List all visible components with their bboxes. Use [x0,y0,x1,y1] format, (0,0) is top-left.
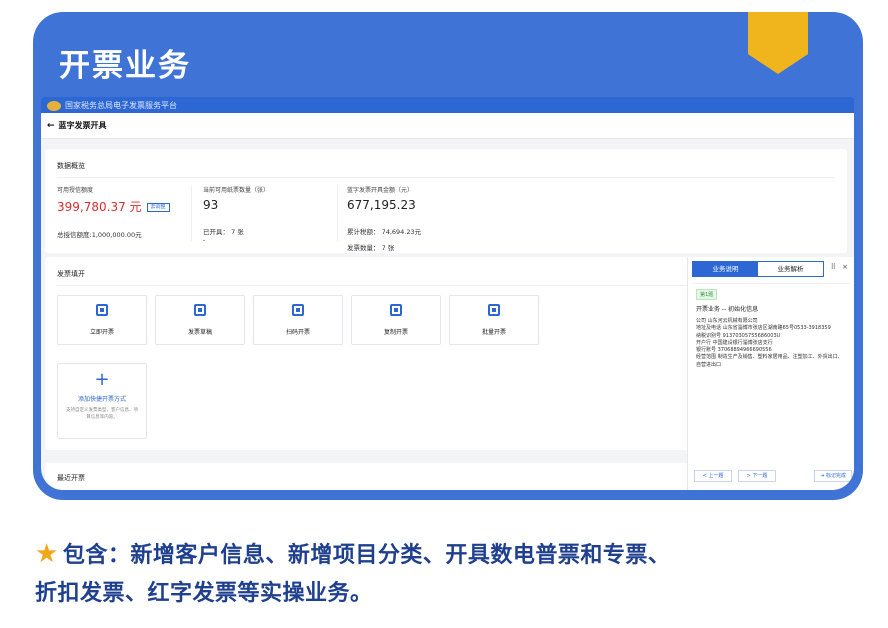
tab-business-analysis[interactable]: 业务解析 [758,262,823,276]
credit-value: 399,780.37 元去调整 [57,198,170,215]
tile-label: 扫码开票 [285,329,310,336]
recent-title: 最近开票 [57,474,85,482]
quantity-dash: - [203,236,206,244]
star-icon: ★ [35,539,59,569]
caption-line-1: 包含：新增客户信息、新增项目分类、开具数电普票和专票、 [62,543,671,568]
info-line: 纳税识别号 91370305755686003U [696,332,781,339]
credit-label: 可用授信额度 [57,187,94,194]
invoice-fill-title: 发票填开 [57,270,85,278]
company-info: 公司 山东河云机械有限公司 地址及电话 山东省淄博市张店区湖南路65号0533-… [696,318,851,369]
divider [57,285,719,286]
prev-question-button[interactable]: < 上一题 [694,470,732,482]
tab-business-description[interactable]: 业务说明 [693,262,758,276]
amount-value: 677,195.23 [347,198,416,212]
tile-label: 发票草稿 [187,329,212,336]
next-question-button[interactable]: > 下一题 [738,470,776,482]
bookmark-ribbon [748,12,808,74]
system-name: 国家税务总局电子发票服务平台 [65,101,177,110]
back-arrow-icon[interactable]: ← [47,121,55,131]
divider [692,283,850,284]
tile-scan[interactable]: 扫码开票 [253,295,343,345]
promo-frame: 开票业务 国家税务总局电子发票服务平台 ← 蓝字发票开具 数据概览 可用授信额度… [33,12,863,500]
quantity-issued: 已开具： 7 张 [203,228,244,236]
invoice-fill-card: 发票填开 立即开票 发票草稿 扫码开票 复制开票 批量开票 + 添加快捷开票方式… [45,257,725,450]
panel-subtitle: 开票业务 -- 初始化信息 [696,306,759,313]
amount-column: 蓝字发票开具金额（元） 677,195.23 累计税额： 74,694.23元 … [347,185,421,252]
page-navbar: ← 蓝字发票开具 [41,113,854,139]
overview-card: 数据概览 可用授信额度 399,780.37 元去调整 总授信额度:1,000,… [45,149,847,253]
overview-title: 数据概览 [57,162,85,170]
column-separator [191,185,192,241]
tax-logo-icon [47,101,61,111]
page-title: 蓝字发票开具 [58,121,107,130]
copy-icon [390,304,402,316]
add-shortcut-title: 添加快捷开票方式 [77,396,126,403]
app-screenshot: 国家税务总局电子发票服务平台 ← 蓝字发票开具 数据概览 可用授信额度 399,… [41,97,854,490]
invoice-icon [96,304,108,316]
amount-tax: 累计税额： 74,694.23元 [347,228,422,236]
qrcode-icon [292,304,304,316]
tile-label: 立即开票 [89,329,114,336]
system-topbar: 国家税务总局电子发票服务平台 [41,97,854,113]
mark-complete-button[interactable]: ⇥ 标记完成 [814,470,852,482]
quantity-value: 93 [203,198,219,212]
banner-title: 开票业务 [59,48,191,84]
tile-copy[interactable]: 复制开票 [351,295,441,345]
recent-invoices-card: 最近开票 [45,463,725,490]
add-shortcut-button[interactable]: + 添加快捷开票方式 支持自定义发票类型、客户信息、项目信息等内容。 [57,363,147,439]
add-shortcut-desc: 支持自定义发票类型、客户信息、项目信息等内容。 [66,408,138,420]
amount-count: 发票数量： 7 张 [347,244,395,252]
quantity-column: 当前可用纸票数量（张） 93 已开具： 7 张 - [203,185,269,244]
tile-label: 复制开票 [383,329,408,336]
caption-line-2: 折扣发票、红字发票等实操业务。 [35,581,373,606]
credit-total: 总授信额度:1,000,000.00元 [57,231,142,239]
column-separator [337,185,338,241]
tile-draft[interactable]: 发票草稿 [155,295,245,345]
info-line: 经营范围 制造生产及销售、塑料家居用品、注塑加工、外贸出口、 [696,354,843,361]
quantity-label: 当前可用纸票数量（张） [203,187,270,194]
draft-icon [194,304,206,316]
panel-controls[interactable]: ⠿ × [831,263,850,271]
info-line: 地址及电话 山东省淄博市张店区湖南路65号0533-3918359 [696,325,831,332]
business-panel: 业务说明 业务解析 ⠿ × 第1题 开票业务 -- 初始化信息 公司 山东河云机… [687,257,854,490]
batch-icon [488,304,500,316]
divider [57,177,835,178]
plus-icon: + [94,369,110,390]
caption: ★ 包含：新增客户信息、新增项目分类、开具数电普票和专票、 折扣发票、红字发票等实… [35,535,855,613]
tile-issue-now[interactable]: 立即开票 [57,295,147,345]
question-tag: 第1题 [696,289,718,300]
tile-label: 批量开票 [481,329,506,336]
panel-tabs: 业务说明 业务解析 [692,261,824,277]
amount-label: 蓝字发票开具金额（元） [347,187,414,194]
credit-column: 可用授信额度 399,780.37 元去调整 总授信额度:1,000,000.0… [57,185,170,239]
tile-batch[interactable]: 批量开票 [449,295,539,345]
info-line: 自营进出口 [696,361,722,368]
adjust-button[interactable]: 去调整 [146,203,170,212]
